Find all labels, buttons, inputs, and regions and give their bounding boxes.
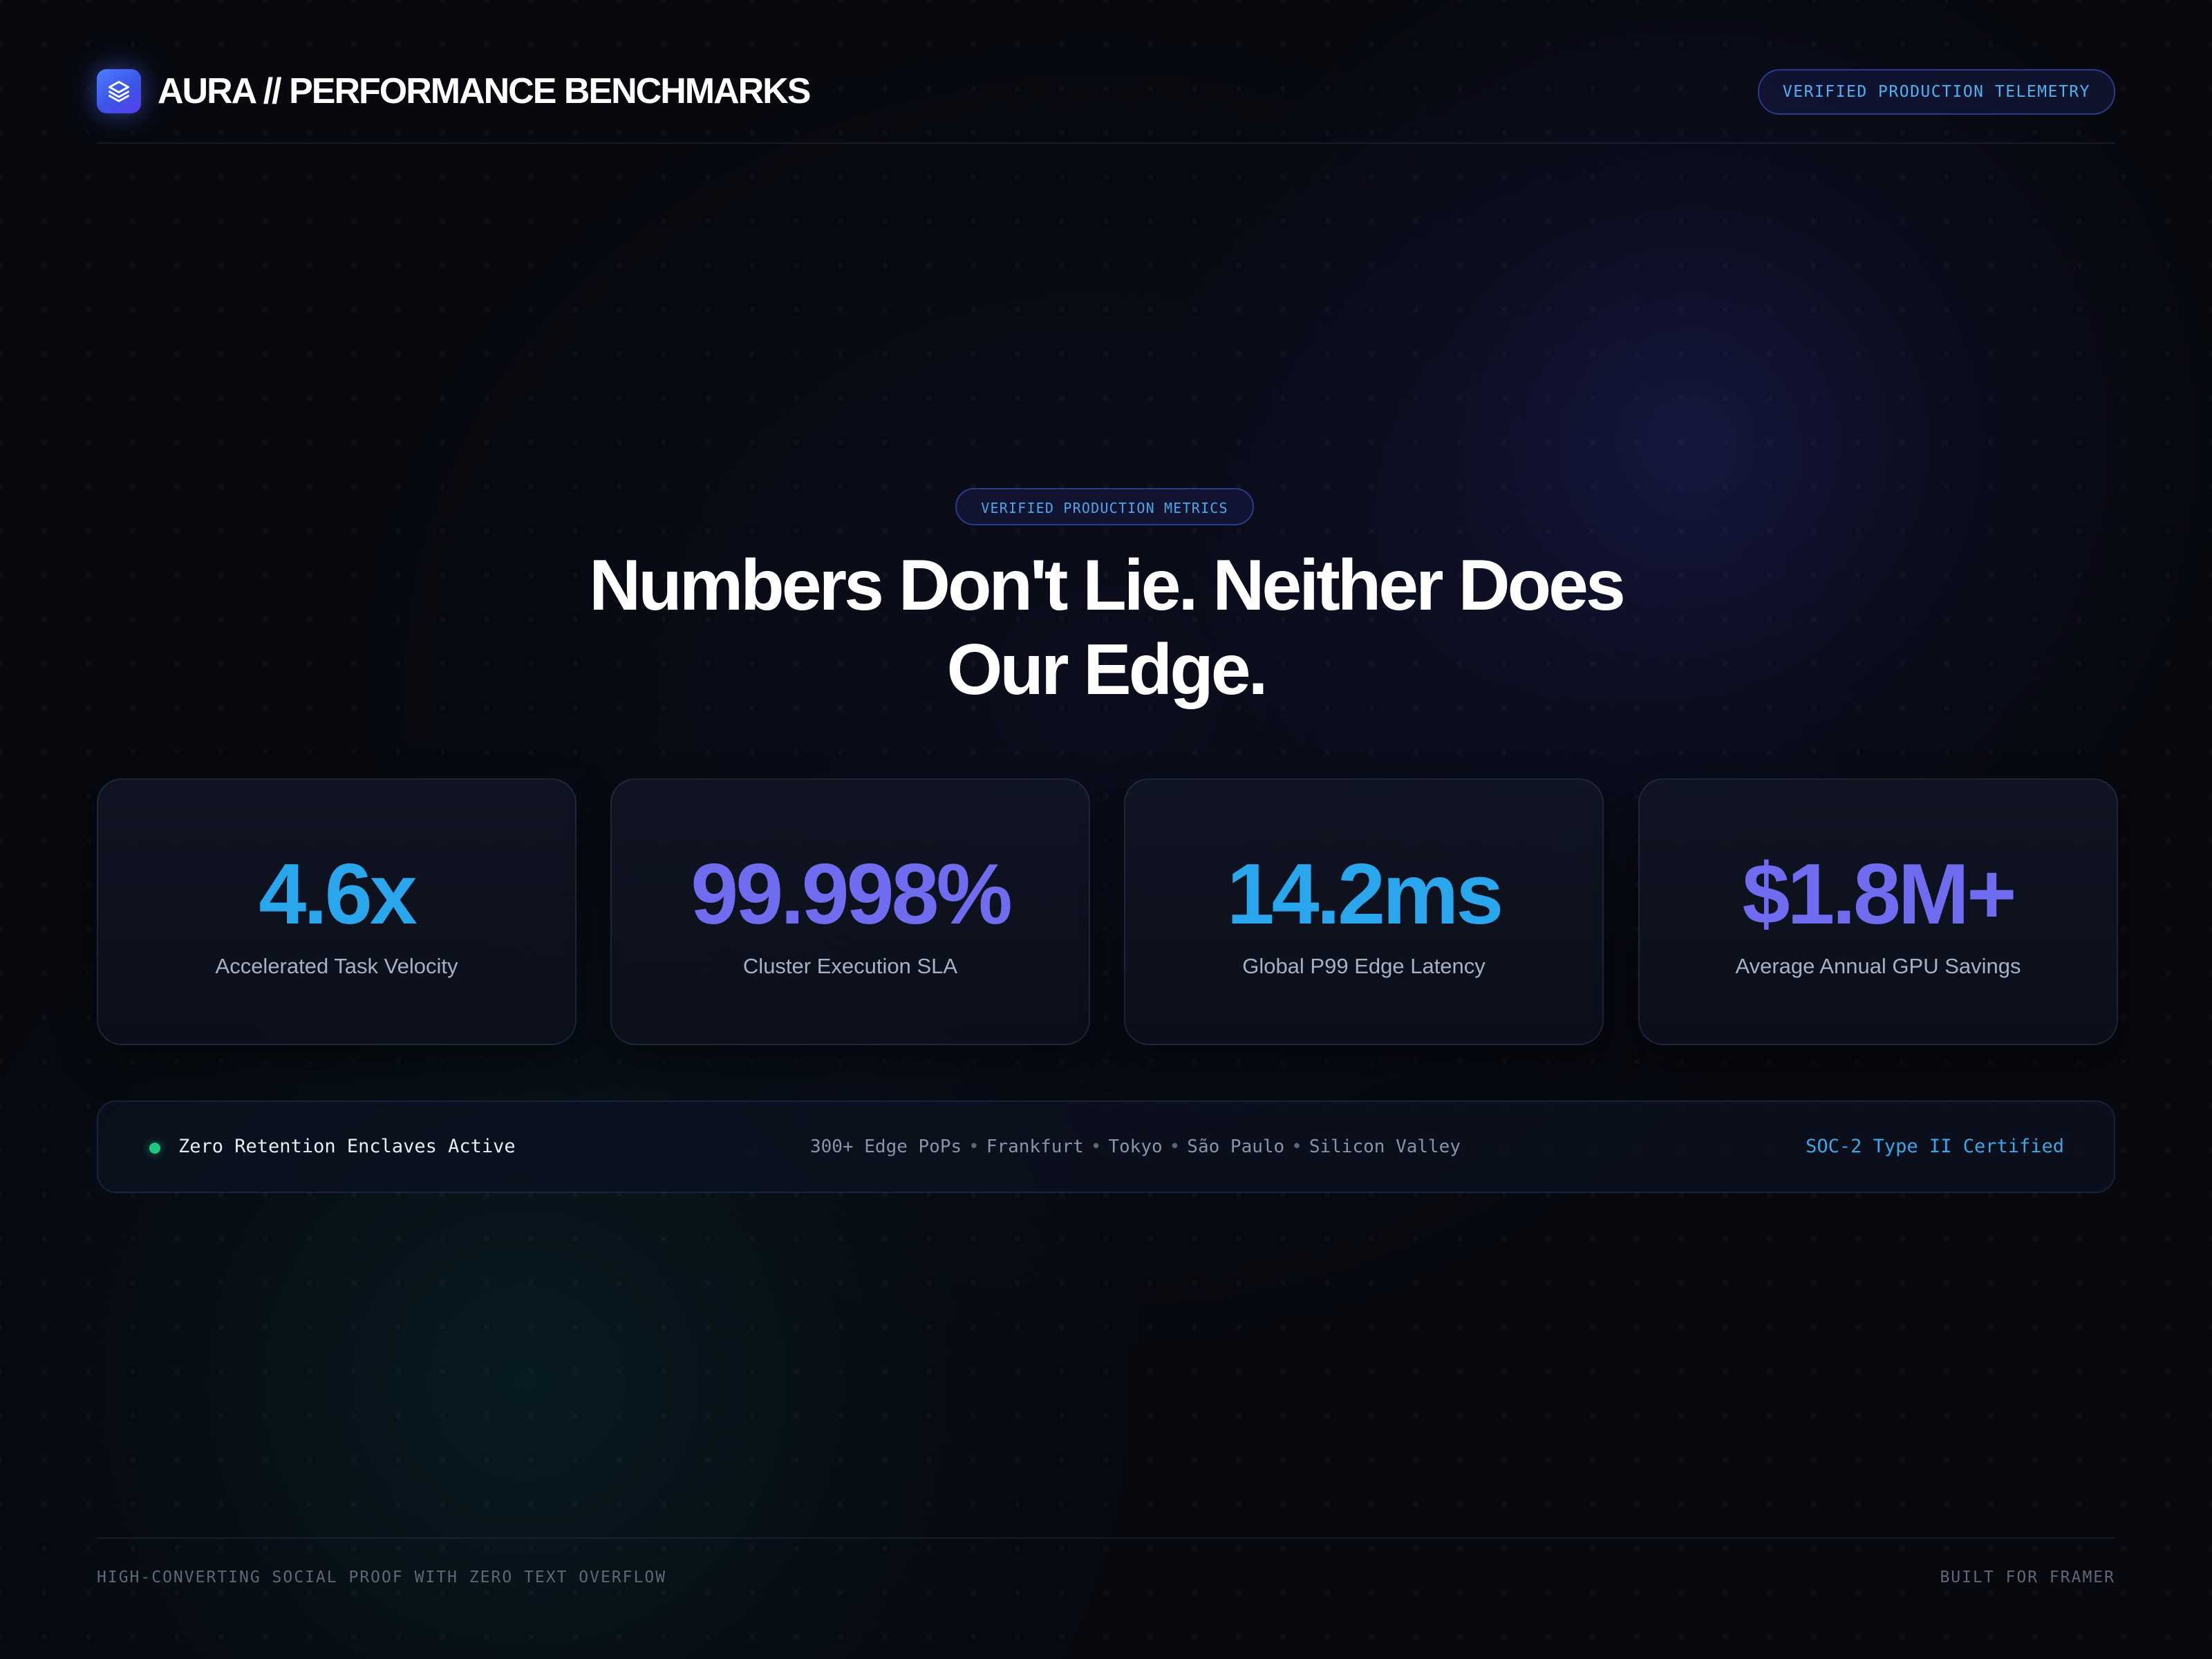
location-item: Silicon Valley — [1309, 1136, 1461, 1157]
footer-divider — [97, 1537, 2115, 1539]
stat-value: 4.6x — [259, 847, 417, 942]
location-item: Tokyo — [1108, 1136, 1163, 1157]
enclave-status: Zero Retention Enclaves Active — [178, 1136, 516, 1157]
stat-value: 14.2ms — [1226, 847, 1504, 942]
status-bar: Zero Retention Enclaves Active 300+ Edge… — [97, 1100, 2115, 1193]
hero-badge: VERIFIED PRODUCTION METRICS — [955, 488, 1254, 525]
stat-card-velocity: 4.6x Accelerated Task Velocity — [97, 778, 577, 1045]
status-indicator-dot — [149, 1143, 160, 1154]
stat-value: 99.998% — [691, 847, 1013, 942]
stat-label: Global P99 Edge Latency — [1242, 954, 1485, 978]
location-item: 300+ Edge PoPs — [810, 1136, 962, 1157]
hero-title: Numbers Don't Lie. Neither Does Our Edge… — [484, 543, 1728, 712]
separator: • — [1090, 1136, 1102, 1157]
location-item: Frankfurt — [986, 1136, 1084, 1157]
stat-card-latency: 14.2ms Global P99 Edge Latency — [1124, 778, 1604, 1045]
stat-value: $1.8M+ — [1742, 847, 2016, 942]
stat-label: Cluster Execution SLA — [742, 954, 958, 978]
hero-title-line-1: Numbers Don't Lie. Neither Does — [589, 545, 1626, 626]
separator: • — [1169, 1136, 1181, 1157]
stat-label: Accelerated Task Velocity — [215, 954, 458, 978]
top-header: AURA // PERFORMANCE BENCHMARKS VERIFIED … — [97, 68, 2115, 145]
layers-icon[interactable] — [97, 69, 141, 113]
telemetry-badge: VERIFIED PRODUCTION TELEMETRY — [1757, 69, 2115, 115]
stat-cards: 4.6x Accelerated Task Velocity 99.998% C… — [97, 778, 2118, 1045]
separator: • — [968, 1136, 980, 1157]
stat-card-savings: $1.8M+ Average Annual GPU Savings — [1638, 778, 2118, 1045]
hero-title-line-2: Our Edge. — [946, 630, 1268, 710]
footer-tagline: HIGH-CONVERTING SOCIAL PROOF WITH ZERO T… — [97, 1568, 667, 1586]
stat-label: Average Annual GPU Savings — [1735, 954, 2021, 978]
brand-title: AURA // PERFORMANCE BENCHMARKS — [158, 71, 811, 111]
header-divider — [97, 142, 2115, 144]
soc2-certification: SOC-2 Type II Certified — [1806, 1136, 2064, 1157]
separator: • — [1291, 1136, 1302, 1157]
stat-card-sla: 99.998% Cluster Execution SLA — [610, 778, 1090, 1045]
location-item: São Paulo — [1187, 1136, 1285, 1157]
edge-locations: 300+ Edge PoPs • Frankfurt • Tokyo • São Paulo… — [810, 1102, 1461, 1192]
footer-credit: BUILT FOR FRAMER — [1940, 1568, 2115, 1586]
